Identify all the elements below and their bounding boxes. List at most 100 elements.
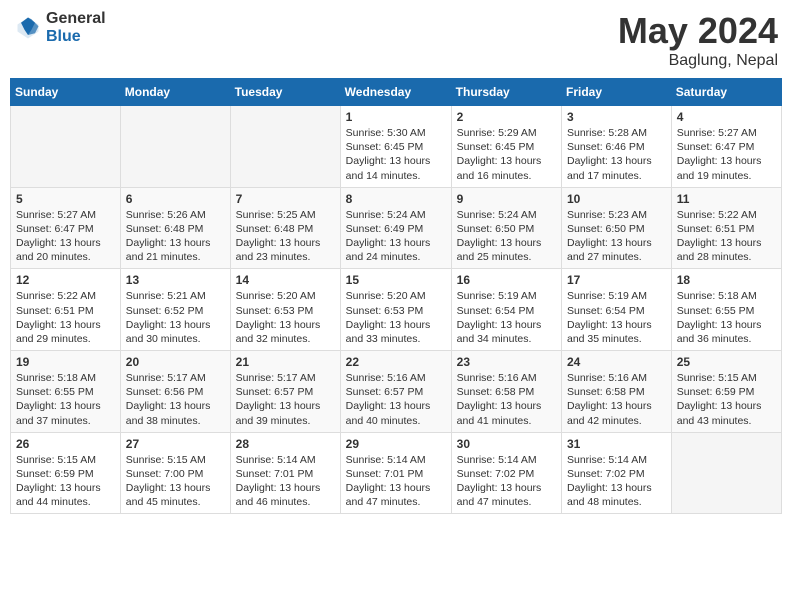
day-info: Sunrise: 5:19 AMSunset: 6:54 PMDaylight:… (567, 289, 666, 346)
day-info: Sunrise: 5:15 AMSunset: 6:59 PMDaylight:… (677, 371, 776, 428)
logo-text: General Blue (46, 10, 106, 45)
day-info: Sunrise: 5:16 AMSunset: 6:57 PMDaylight:… (346, 371, 446, 428)
day-number: 3 (567, 110, 666, 124)
day-info: Sunrise: 5:27 AMSunset: 6:47 PMDaylight:… (16, 208, 115, 265)
day-number: 28 (236, 437, 335, 451)
day-number: 26 (16, 437, 115, 451)
calendar-cell: 28 Sunrise: 5:14 AMSunset: 7:01 PMDayligh… (230, 432, 340, 514)
day-number: 11 (677, 192, 776, 206)
calendar-subtitle: Baglung, Nepal (618, 52, 778, 70)
calendar-cell: 22 Sunrise: 5:16 AMSunset: 6:57 PMDayligh… (340, 351, 451, 433)
weekday-header-row: SundayMondayTuesdayWednesdayThursdayFrid… (11, 79, 782, 106)
day-info: Sunrise: 5:15 AMSunset: 7:00 PMDaylight:… (126, 453, 225, 510)
calendar-cell: 24 Sunrise: 5:16 AMSunset: 6:58 PMDayligh… (562, 351, 672, 433)
day-info: Sunrise: 5:24 AMSunset: 6:49 PMDaylight:… (346, 208, 446, 265)
day-info: Sunrise: 5:22 AMSunset: 6:51 PMDaylight:… (677, 208, 776, 265)
calendar-cell (11, 106, 121, 188)
day-number: 12 (16, 273, 115, 287)
calendar-cell: 14Sunrise: 5:20 AMSunset: 6:53 PMDayligh… (230, 269, 340, 351)
day-info: Sunrise: 5:14 AMSunset: 7:01 PMDaylight:… (236, 453, 335, 510)
day-number: 5 (16, 192, 115, 206)
day-number: 10 (567, 192, 666, 206)
day-number: 6 (126, 192, 225, 206)
calendar-cell: 7 Sunrise: 5:25 AMSunset: 6:48 PMDaylight… (230, 187, 340, 269)
day-number: 19 (16, 355, 115, 369)
day-info: Sunrise: 5:21 AMSunset: 6:52 PMDaylight:… (126, 289, 225, 346)
calendar-cell (230, 106, 340, 188)
title-block: May 2024 Baglung, Nepal (618, 10, 778, 70)
day-number: 1 (346, 110, 446, 124)
day-info: Sunrise: 5:14 AMSunset: 7:02 PMDaylight:… (567, 453, 666, 510)
calendar-cell: 18 Sunrise: 5:18 AMSunset: 6:55 PMDayligh… (671, 269, 781, 351)
week-row-2: 5 Sunrise: 5:27 AMSunset: 6:47 PMDaylight… (11, 187, 782, 269)
day-info: Sunrise: 5:19 AMSunset: 6:54 PMDaylight:… (457, 289, 556, 346)
calendar-cell: 16 Sunrise: 5:19 AMSunset: 6:54 PMDayligh… (451, 269, 561, 351)
day-number: 30 (457, 437, 556, 451)
calendar-cell: 2 Sunrise: 5:29 AMSunset: 6:45 PMDaylight… (451, 106, 561, 188)
day-number: 17 (567, 273, 666, 287)
day-number: 20 (126, 355, 225, 369)
calendar-cell (120, 106, 230, 188)
calendar-cell: 17 Sunrise: 5:19 AMSunset: 6:54 PMDayligh… (562, 269, 672, 351)
weekday-monday: Monday (120, 79, 230, 106)
calendar-cell: 27 Sunrise: 5:15 AMSunset: 7:00 PMDayligh… (120, 432, 230, 514)
week-row-5: 26 Sunrise: 5:15 AMSunset: 6:59 PMDayligh… (11, 432, 782, 514)
day-info: Sunrise: 5:22 AMSunset: 6:51 PMDaylight:… (16, 289, 115, 346)
day-number: 22 (346, 355, 446, 369)
week-row-3: 12 Sunrise: 5:22 AMSunset: 6:51 PMDayligh… (11, 269, 782, 351)
day-number: 18 (677, 273, 776, 287)
calendar-cell: 20 Sunrise: 5:17 AMSunset: 6:56 PMDayligh… (120, 351, 230, 433)
week-row-1: 1 Sunrise: 5:30 AMSunset: 6:45 PMDaylight… (11, 106, 782, 188)
calendar-cell: 6 Sunrise: 5:26 AMSunset: 6:48 PMDaylight… (120, 187, 230, 269)
weekday-wednesday: Wednesday (340, 79, 451, 106)
day-number: 8 (346, 192, 446, 206)
day-number: 13 (126, 273, 225, 287)
day-number: 2 (457, 110, 556, 124)
calendar-cell: 5 Sunrise: 5:27 AMSunset: 6:47 PMDaylight… (11, 187, 121, 269)
day-info: Sunrise: 5:26 AMSunset: 6:48 PMDaylight:… (126, 208, 225, 265)
page-header: General Blue May 2024 Baglung, Nepal (10, 10, 782, 70)
day-info: Sunrise: 5:28 AMSunset: 6:46 PMDaylight:… (567, 126, 666, 183)
calendar-cell: 31 Sunrise: 5:14 AMSunset: 7:02 PMDayligh… (562, 432, 672, 514)
day-number: 16 (457, 273, 556, 287)
calendar-cell (671, 432, 781, 514)
calendar-cell: 29Sunrise: 5:14 AMSunset: 7:01 PMDayligh… (340, 432, 451, 514)
day-info: Sunrise: 5:15 AMSunset: 6:59 PMDaylight:… (16, 453, 115, 510)
calendar-cell: 15 Sunrise: 5:20 AMSunset: 6:53 PMDayligh… (340, 269, 451, 351)
calendar-cell: 4Sunrise: 5:27 AMSunset: 6:47 PMDaylight… (671, 106, 781, 188)
day-info: Sunrise: 5:30 AMSunset: 6:45 PMDaylight:… (346, 126, 446, 183)
calendar-table: SundayMondayTuesdayWednesdayThursdayFrid… (10, 78, 782, 514)
day-info: Sunrise: 5:23 AMSunset: 6:50 PMDaylight:… (567, 208, 666, 265)
day-number: 29 (346, 437, 446, 451)
calendar-cell: 23Sunrise: 5:16 AMSunset: 6:58 PMDayligh… (451, 351, 561, 433)
calendar-cell: 30 Sunrise: 5:14 AMSunset: 7:02 PMDayligh… (451, 432, 561, 514)
calendar-cell: 1 Sunrise: 5:30 AMSunset: 6:45 PMDaylight… (340, 106, 451, 188)
day-number: 27 (126, 437, 225, 451)
calendar-cell: 9Sunrise: 5:24 AMSunset: 6:50 PMDaylight… (451, 187, 561, 269)
day-info: Sunrise: 5:17 AMSunset: 6:56 PMDaylight:… (126, 371, 225, 428)
day-info: Sunrise: 5:25 AMSunset: 6:48 PMDaylight:… (236, 208, 335, 265)
day-info: Sunrise: 5:18 AMSunset: 6:55 PMDaylight:… (677, 289, 776, 346)
weekday-saturday: Saturday (671, 79, 781, 106)
day-info: Sunrise: 5:24 AMSunset: 6:50 PMDaylight:… (457, 208, 556, 265)
day-info: Sunrise: 5:16 AMSunset: 6:58 PMDaylight:… (567, 371, 666, 428)
day-info: Sunrise: 5:20 AMSunset: 6:53 PMDaylight:… (346, 289, 446, 346)
day-number: 24 (567, 355, 666, 369)
day-number: 31 (567, 437, 666, 451)
week-row-4: 19 Sunrise: 5:18 AMSunset: 6:55 PMDayligh… (11, 351, 782, 433)
calendar-cell: 10 Sunrise: 5:23 AMSunset: 6:50 PMDayligh… (562, 187, 672, 269)
day-number: 7 (236, 192, 335, 206)
calendar-cell: 3 Sunrise: 5:28 AMSunset: 6:46 PMDaylight… (562, 106, 672, 188)
day-info: Sunrise: 5:18 AMSunset: 6:55 PMDaylight:… (16, 371, 115, 428)
day-number: 15 (346, 273, 446, 287)
calendar-cell: 12 Sunrise: 5:22 AMSunset: 6:51 PMDayligh… (11, 269, 121, 351)
day-number: 4 (677, 110, 776, 124)
day-info: Sunrise: 5:29 AMSunset: 6:45 PMDaylight:… (457, 126, 556, 183)
calendar-cell: 21Sunrise: 5:17 AMSunset: 6:57 PMDayligh… (230, 351, 340, 433)
calendar-cell: 26 Sunrise: 5:15 AMSunset: 6:59 PMDayligh… (11, 432, 121, 514)
logo-icon (14, 14, 42, 42)
logo: General Blue (14, 10, 106, 45)
weekday-friday: Friday (562, 79, 672, 106)
calendar-title: May 2024 (618, 10, 778, 52)
day-info: Sunrise: 5:14 AMSunset: 7:02 PMDaylight:… (457, 453, 556, 510)
